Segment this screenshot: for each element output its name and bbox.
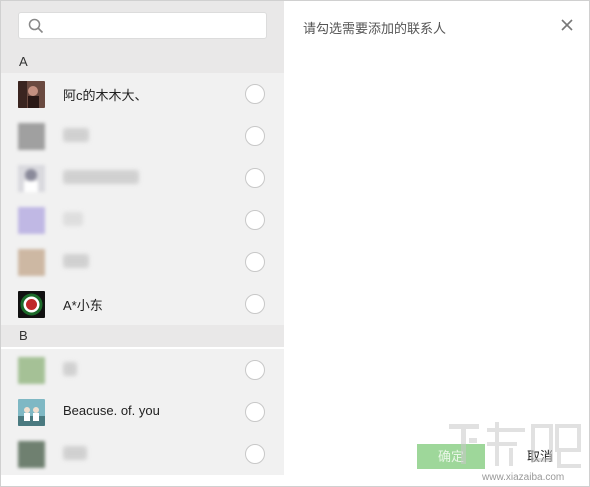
select-radio[interactable] bbox=[245, 444, 265, 464]
contact-list-panel: A 阿c的木木大、 A*小东 B Beacuse. of. you bbox=[1, 1, 284, 486]
search-bar bbox=[1, 1, 284, 51]
contact-name: Beacuse. of. you bbox=[63, 403, 160, 418]
search-icon bbox=[28, 18, 44, 34]
select-radio[interactable] bbox=[245, 168, 265, 188]
contact-name-blurred bbox=[63, 128, 89, 142]
avatar bbox=[18, 291, 45, 318]
group-header-a: A bbox=[1, 51, 284, 73]
dialog-prompt: 请勾选需要添加的联系人 bbox=[303, 21, 447, 36]
contact-name-blurred bbox=[63, 254, 89, 268]
contact-row[interactable]: Beacuse. of. you bbox=[1, 391, 284, 433]
select-radio[interactable] bbox=[245, 210, 265, 230]
search-input[interactable] bbox=[51, 16, 260, 37]
avatar bbox=[18, 81, 45, 108]
contact-name: 阿c的木木大、 bbox=[63, 88, 148, 103]
avatar bbox=[18, 357, 45, 384]
group-letter: A bbox=[19, 54, 28, 69]
avatar bbox=[18, 441, 45, 468]
cancel-button[interactable]: 取消 bbox=[501, 444, 579, 469]
contact-row[interactable] bbox=[1, 241, 284, 283]
avatar bbox=[18, 399, 45, 426]
select-radio[interactable] bbox=[245, 84, 265, 104]
contact-name-blurred bbox=[63, 212, 83, 226]
contact-row[interactable] bbox=[1, 115, 284, 157]
contact-name-blurred bbox=[63, 362, 77, 376]
contact-name: A*小东 bbox=[63, 298, 103, 313]
contact-name-blurred bbox=[63, 170, 139, 184]
avatar bbox=[18, 165, 45, 192]
contact-row[interactable] bbox=[1, 157, 284, 199]
confirm-button[interactable]: 确定 bbox=[417, 444, 485, 469]
contact-row[interactable] bbox=[1, 433, 284, 475]
search-box[interactable] bbox=[18, 12, 267, 39]
avatar bbox=[18, 123, 45, 150]
contact-row[interactable] bbox=[1, 199, 284, 241]
group-letter: B bbox=[19, 328, 28, 343]
select-radio[interactable] bbox=[245, 294, 265, 314]
select-radio[interactable] bbox=[245, 360, 265, 380]
avatar bbox=[18, 249, 45, 276]
group-header-b: B bbox=[1, 325, 284, 347]
contact-row[interactable]: A*小东 bbox=[1, 283, 284, 325]
contact-name-blurred bbox=[63, 446, 87, 460]
close-icon[interactable] bbox=[560, 18, 574, 32]
watermark-url: www.xiazaiba.com bbox=[482, 472, 565, 483]
selected-panel: 请勾选需要添加的联系人 确定 取消 bbox=[284, 1, 589, 486]
select-radio[interactable] bbox=[245, 252, 265, 272]
add-contacts-dialog: A 阿c的木木大、 A*小东 B Beacuse. of. you 请勾选需要添… bbox=[0, 0, 590, 487]
avatar bbox=[18, 207, 45, 234]
contact-row[interactable] bbox=[1, 349, 284, 391]
select-radio[interactable] bbox=[245, 126, 265, 146]
select-radio[interactable] bbox=[245, 402, 265, 422]
contact-row[interactable]: 阿c的木木大、 bbox=[1, 73, 284, 115]
